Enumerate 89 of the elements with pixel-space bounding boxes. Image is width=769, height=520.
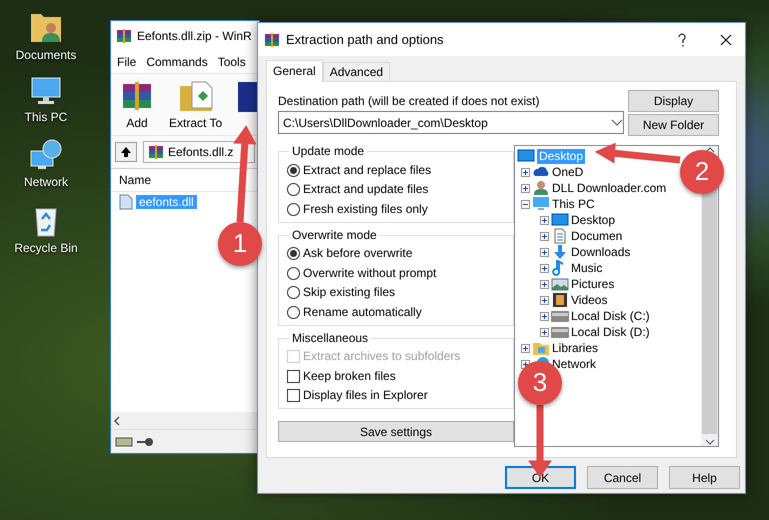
tree-item[interactable]: Music xyxy=(571,261,602,276)
tree-item[interactable]: Local Disk (D:) xyxy=(571,325,650,340)
archive-icon xyxy=(148,144,164,160)
expand-toggle[interactable] xyxy=(540,312,549,321)
option-label[interactable]: Overwrite without prompt xyxy=(303,266,436,280)
tab[interactable]: General xyxy=(266,60,323,82)
expand-toggle[interactable] xyxy=(540,248,549,257)
option-label[interactable]: Fresh existing files only xyxy=(303,202,428,216)
tree-item[interactable]: Network xyxy=(552,357,596,372)
tree-item[interactable]: Downloads xyxy=(571,245,630,260)
tree-item[interactable]: DLL Downloader.com xyxy=(552,181,666,196)
expand-toggle[interactable] xyxy=(521,344,530,353)
dialog-title: Extraction path and options xyxy=(286,32,445,48)
desktop-icon-label[interactable]: Recycle Bin xyxy=(14,241,78,256)
expand-toggle[interactable] xyxy=(540,296,549,305)
radio-button[interactable] xyxy=(287,306,300,319)
expand-toggle[interactable] xyxy=(540,232,549,241)
option-label[interactable]: Skip existing files xyxy=(303,285,396,300)
path-combobox[interactable]: C:\Users\DllDownloader_com\Desktop xyxy=(278,111,624,134)
chevron-down-icon xyxy=(704,438,714,446)
checkbox[interactable] xyxy=(287,370,300,383)
radio-button[interactable] xyxy=(287,286,300,300)
option-label[interactable]: Display files in Explorer xyxy=(303,388,428,403)
tree-item[interactable]: This PC xyxy=(552,197,595,212)
drive-icon xyxy=(115,436,133,448)
videos-icon xyxy=(551,292,569,308)
tab[interactable]: Advanced xyxy=(322,62,390,82)
toolbar-button[interactable]: Add xyxy=(117,78,157,131)
expand-toggle[interactable] xyxy=(540,216,549,225)
file-icon xyxy=(119,194,133,210)
save-settings-button[interactable]: Save settings xyxy=(278,421,514,442)
option-label[interactable]: Extract and replace files xyxy=(303,162,432,178)
close-icon xyxy=(720,34,732,46)
toolbar-button[interactable]: Extract To xyxy=(169,78,222,131)
side-button[interactable]: New Folder xyxy=(628,114,719,136)
expand-toggle[interactable] xyxy=(540,280,549,289)
checkbox[interactable] xyxy=(287,389,300,402)
radio-button[interactable] xyxy=(287,202,300,216)
tree-item[interactable]: Pictures xyxy=(571,277,614,292)
pictures-icon xyxy=(551,276,569,292)
drive-icon xyxy=(551,308,569,324)
expand-toggle[interactable] xyxy=(540,264,549,273)
tree-item[interactable]: Videos xyxy=(571,293,608,308)
desktop-icon-label[interactable]: This PC xyxy=(24,110,68,125)
tree-item[interactable]: Documen xyxy=(571,229,622,244)
desktop-icon-label[interactable]: Documents xyxy=(16,48,76,62)
field-label: Destination path (will be created if does not exist) xyxy=(278,94,540,108)
archive-icon xyxy=(116,28,132,44)
dialog-button[interactable]: Help xyxy=(669,466,740,490)
drive-icon xyxy=(551,324,569,340)
collapse-toggle[interactable] xyxy=(521,200,530,209)
pc-icon xyxy=(532,196,550,212)
group-title: Miscellaneous xyxy=(289,330,372,345)
group-title: Update mode xyxy=(289,144,368,158)
menu-item[interactable]: File xyxy=(117,55,136,70)
libraries-icon xyxy=(532,340,550,356)
expand-toggle[interactable] xyxy=(540,328,549,337)
expand-toggle[interactable] xyxy=(521,184,530,193)
user-icon xyxy=(532,180,550,196)
radio-button[interactable] xyxy=(287,164,300,177)
desktop-icon-label[interactable]: Network xyxy=(24,174,68,190)
radio-button[interactable] xyxy=(287,266,300,280)
radio-button[interactable] xyxy=(287,247,300,260)
desktop-icon xyxy=(551,212,569,228)
chevron-down-icon xyxy=(611,118,623,127)
tree-item[interactable]: Desktop xyxy=(571,213,616,228)
download-icon xyxy=(551,244,569,260)
up-button[interactable] xyxy=(115,142,137,162)
option-label[interactable]: Rename automatically xyxy=(303,304,422,320)
horizontal-scrollbar[interactable] xyxy=(111,412,259,429)
menu-item[interactable]: Commands xyxy=(146,55,208,70)
radio-button[interactable] xyxy=(287,183,300,196)
globe-monitor-icon[interactable] xyxy=(28,138,63,171)
menu-item[interactable]: Tools xyxy=(218,55,246,70)
option-label[interactable]: Keep broken files xyxy=(303,368,396,384)
monitor-icon[interactable] xyxy=(29,76,63,106)
side-button[interactable]: Display xyxy=(628,90,719,112)
tree-item[interactable]: OneD xyxy=(552,165,584,180)
group-title: Overwrite mode xyxy=(289,228,380,242)
desktop-icon xyxy=(517,148,535,164)
up-arrow-icon xyxy=(120,146,132,158)
window-title: Eefonts.dll.zip - WinR xyxy=(137,28,252,44)
expand-toggle[interactable] xyxy=(521,168,530,177)
dialog-button[interactable]: Cancel xyxy=(587,466,658,490)
archive-icon xyxy=(264,32,280,48)
option-label[interactable]: Extract and update files xyxy=(303,182,428,197)
option-label[interactable]: Ask before overwrite xyxy=(303,246,412,261)
tree-item[interactable]: Local Disk (C:) xyxy=(571,309,650,324)
tree-item[interactable]: Libraries xyxy=(552,341,598,356)
